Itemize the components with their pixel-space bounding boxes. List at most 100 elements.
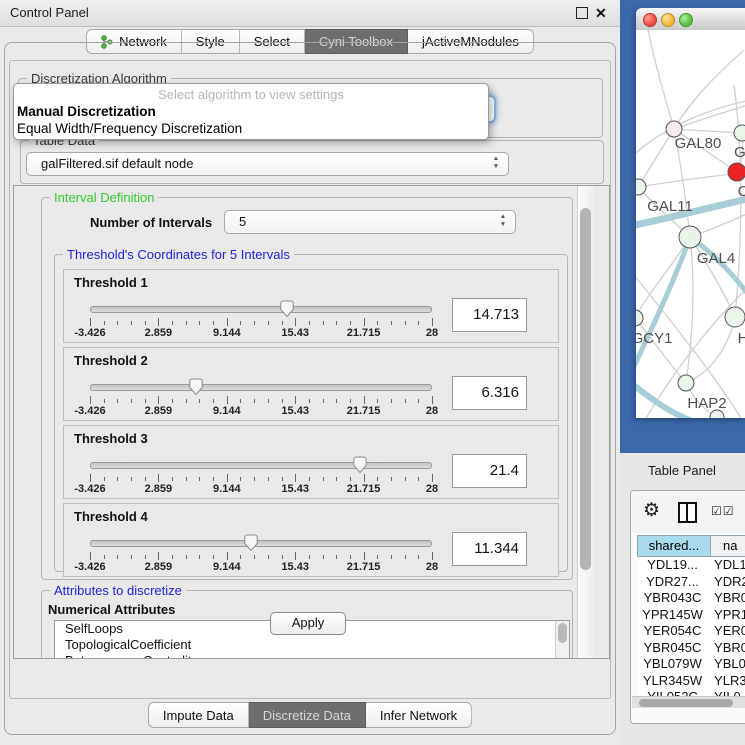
threshold-label: Threshold 3 (74, 431, 148, 446)
columns-icon[interactable] (678, 502, 697, 523)
cell-shared-name: YER054C (637, 623, 708, 640)
cell-name: YBR0 (708, 590, 745, 607)
column-header-shared-name[interactable]: shared... (637, 535, 711, 557)
attributes-group-label: Attributes to discretize (50, 583, 186, 598)
threshold-slider[interactable]: -3.4262.8599.14415.4321.71528 (90, 456, 432, 496)
threshold-slider[interactable]: -3.4262.8599.14415.4321.71528 (90, 378, 432, 418)
network-node-label: GCY1 (636, 330, 672, 347)
network-node-label: GAL11 (647, 198, 693, 215)
apply-button[interactable]: Apply (270, 612, 346, 635)
network-window-titlebar[interactable] (636, 8, 745, 31)
dropdown-prompt: Select algorithm to view settings (14, 87, 488, 102)
slider-ticks (90, 474, 432, 482)
network-node[interactable] (636, 179, 646, 195)
table-row[interactable]: YER054CYER0 (637, 623, 745, 640)
cell-shared-name: YBR043C (637, 590, 708, 607)
table-row[interactable]: YDR27...YDR2 (637, 574, 745, 591)
table-row[interactable]: YPR145WYPR1 (637, 607, 745, 624)
network-node[interactable] (734, 125, 745, 141)
table-rows: YDL19...YDL1YDR27...YDR2YBR043CYBR0YPR14… (637, 557, 745, 706)
settings-scrollbar[interactable] (577, 186, 594, 658)
dropdown-option-equal-width[interactable]: Equal Width/Frequency Discretization (17, 121, 242, 136)
float-window-icon[interactable] (576, 7, 588, 19)
table-horizontal-scrollbar[interactable] (632, 696, 745, 708)
table-data-value: galFiltered.sif default node (41, 153, 193, 175)
network-canvas[interactable]: GAL80GCGAL11GAL4GCY1HHAP2 (636, 30, 745, 418)
table-row[interactable]: YBL079WYBL0 (637, 656, 745, 673)
network-window: GAL80GCGAL11GAL4GCY1HHAP2 (636, 8, 745, 418)
slider-thumb[interactable] (352, 456, 368, 474)
thresholds-group: Threshold's Coordinates for 5 Intervals … (54, 254, 568, 572)
network-node[interactable] (725, 307, 745, 327)
cell-shared-name: YDR27... (637, 574, 708, 591)
cell-shared-name: YDL19... (637, 557, 708, 574)
table-row[interactable]: YBR045CYBR0 (637, 640, 745, 657)
combo-arrows-icon: ▲▼ (491, 155, 501, 171)
node-table[interactable]: shared... na YDL19...YDL1YDR27...YDR2YBR… (637, 535, 745, 706)
table-data-combobox[interactable]: galFiltered.sif default node ▲▼ (26, 152, 509, 176)
column-header-name[interactable]: na (711, 535, 745, 557)
threshold-slider[interactable]: -3.4262.8599.14415.4321.71528 (90, 534, 432, 574)
tab-impute-data[interactable]: Impute Data (148, 702, 249, 728)
control-panel: Control Panel ✕ Network Style Select C (0, 0, 620, 745)
threshold-value-field[interactable]: 14.713 (452, 298, 527, 332)
threshold-label: Threshold 4 (74, 509, 148, 524)
cell-name: YBL0 (708, 656, 745, 673)
slider-ticks (90, 552, 432, 560)
threshold-panel: Threshold 2-3.4262.8599.14415.4321.71528… (63, 347, 559, 421)
zoom-traffic-light-icon[interactable] (679, 13, 693, 27)
number-of-intervals-spinner[interactable]: 5 ▲▼ (224, 210, 516, 234)
network-node-label: GAL80 (675, 135, 722, 152)
cell-name: YPR1 (708, 607, 745, 624)
cell-name: YDL1 (708, 557, 745, 574)
network-node[interactable] (728, 163, 745, 181)
minimize-traffic-light-icon[interactable] (661, 13, 675, 27)
table-toolbar: ⚙ ☑☑ (631, 491, 745, 533)
checkbox-icons[interactable]: ☑☑ (711, 504, 735, 518)
table-header-row: shared... na (637, 535, 745, 557)
settings-scroll-viewport: Interval Definition Number of Intervals … (13, 185, 610, 659)
network-node[interactable] (679, 226, 701, 248)
threshold-value-field[interactable]: 6.316 (452, 376, 527, 410)
table-row[interactable]: YBR043CYBR0 (637, 590, 745, 607)
tab-discretize-data[interactable]: Discretize Data (249, 702, 366, 728)
number-of-intervals-value: 5 (239, 211, 246, 233)
tab-label: Infer Network (380, 708, 457, 723)
attributes-list-scrollbar[interactable] (555, 621, 569, 659)
slider-thumb[interactable] (188, 378, 204, 396)
dropdown-option-manual[interactable]: Manual Discretization (17, 104, 156, 119)
settings-scrollbar-thumb[interactable] (580, 208, 591, 570)
table-row[interactable]: YLR345WYLR3 (637, 673, 745, 690)
threshold-value-field[interactable]: 11.344 (452, 532, 527, 566)
threshold-value-field[interactable]: 21.4 (452, 454, 527, 488)
cell-name: YBR0 (708, 640, 745, 657)
close-traffic-light-icon[interactable] (643, 13, 657, 27)
slider-track[interactable] (90, 306, 432, 313)
slider-track[interactable] (90, 540, 432, 547)
gear-icon[interactable]: ⚙ (643, 499, 660, 522)
control-panel-titlebar: Control Panel ✕ (0, 0, 620, 27)
network-node[interactable] (636, 310, 643, 326)
network-node-label: GAL4 (697, 250, 735, 267)
threshold-panel: Threshold 3 -3.4262.8599.14415.4321.71528… (63, 425, 559, 499)
slider-track[interactable] (90, 384, 432, 391)
threshold-panel: Threshold 1-3.4262.8599.14415.4321.71528… (63, 269, 559, 343)
network-node-label: C (738, 183, 745, 200)
close-icon[interactable]: ✕ (595, 4, 607, 22)
spinner-arrows-icon: ▲▼ (498, 213, 508, 229)
slider-thumb[interactable] (243, 534, 259, 552)
threshold-slider[interactable]: -3.4262.8599.14415.4321.71528 (90, 300, 432, 340)
network-node-label: H (738, 330, 745, 347)
attribute-list-item[interactable]: BetweennessCentrality (55, 653, 569, 659)
network-node[interactable] (678, 375, 694, 391)
bottom-tab-bar: Impute Data Discretize Data Infer Networ… (0, 702, 620, 728)
table-row[interactable]: YDL19...YDL1 (637, 557, 745, 574)
tab-infer-network[interactable]: Infer Network (366, 702, 472, 728)
slider-track[interactable] (90, 462, 432, 469)
threshold-panel: Threshold 4 -3.4262.8599.14415.4321.71528… (63, 503, 559, 577)
table-scrollbar-thumb[interactable] (639, 699, 733, 707)
attribute-list-item[interactable]: TopologicalCoefficient (55, 637, 569, 653)
cell-shared-name: YPR145W (637, 607, 708, 624)
thresholds-group-label: Threshold's Coordinates for 5 Intervals (63, 247, 294, 262)
slider-thumb[interactable] (279, 300, 295, 318)
